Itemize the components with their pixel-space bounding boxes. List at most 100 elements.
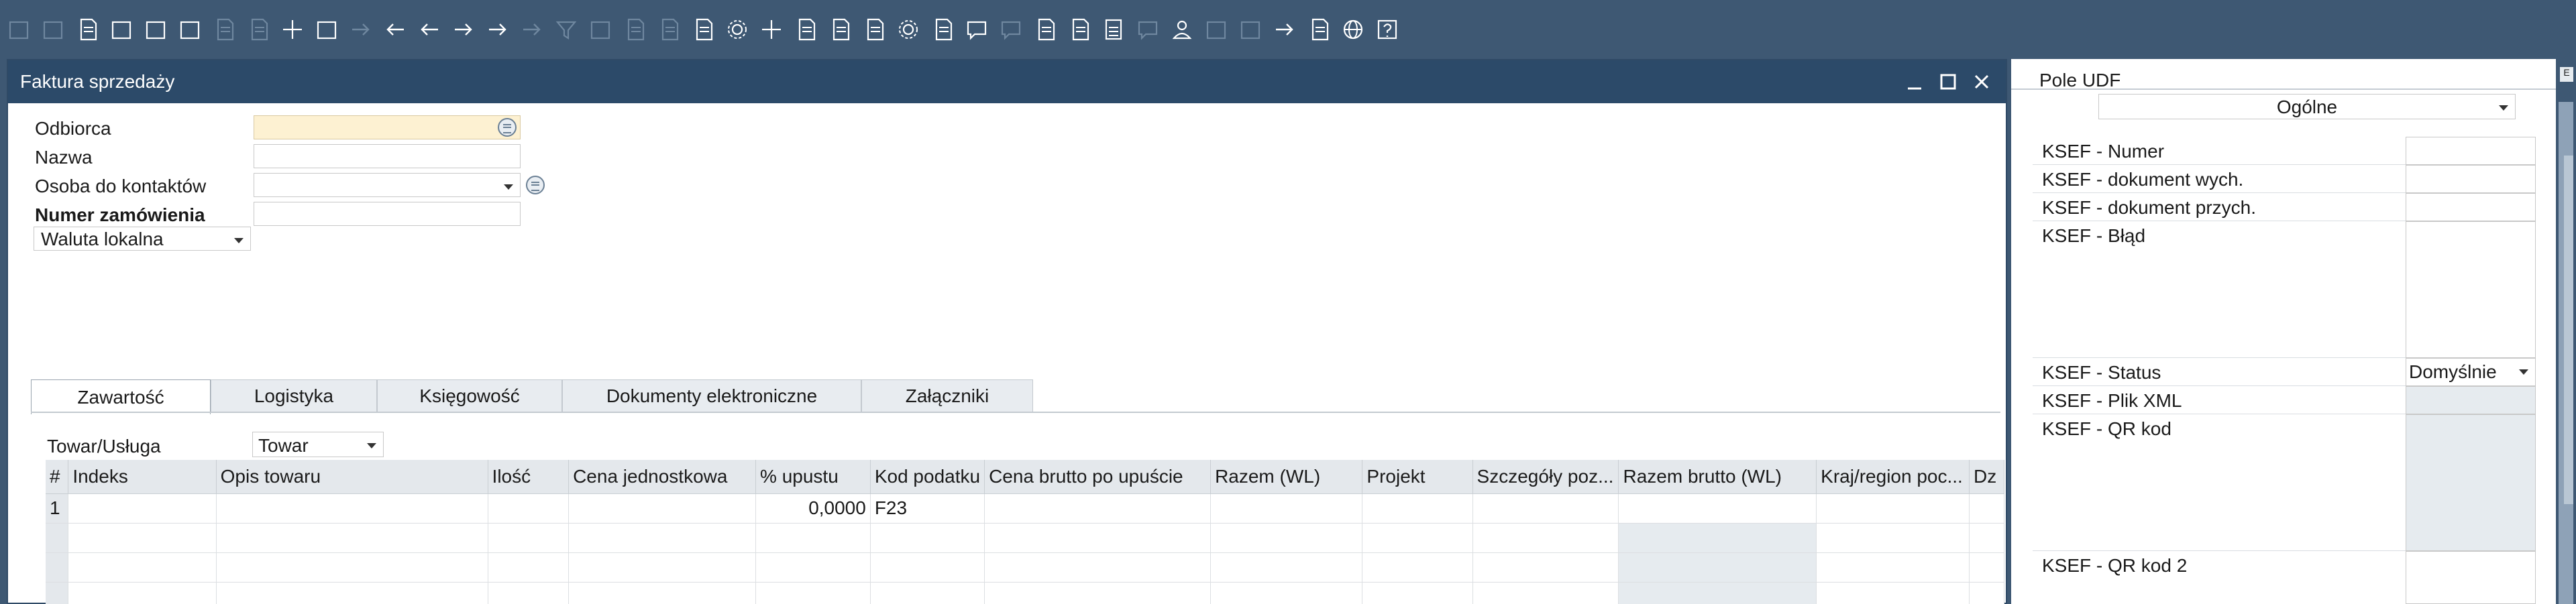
web-icon[interactable] (1338, 15, 1368, 44)
tab-attachments[interactable]: Załączniki (861, 379, 1033, 412)
grid-cell[interactable] (1472, 493, 1619, 524)
grid-cell[interactable] (755, 523, 871, 553)
email-icon[interactable] (107, 15, 136, 44)
grid-cell[interactable] (984, 493, 1212, 524)
grid-cell[interactable] (68, 523, 217, 553)
maximize-button[interactable] (1933, 67, 1963, 97)
grid-cell[interactable] (568, 582, 757, 604)
grid-cell[interactable] (568, 523, 757, 553)
grid-cell[interactable] (870, 523, 985, 553)
approval-icon[interactable] (1030, 15, 1060, 44)
contact-select[interactable] (254, 173, 521, 197)
previous-record-icon[interactable] (415, 15, 444, 44)
col-header-item-code[interactable]: Indeks (68, 460, 217, 494)
grid-cell[interactable] (755, 582, 871, 604)
grid-cell[interactable] (68, 552, 217, 583)
grid-cell[interactable] (1618, 523, 1817, 553)
first-record-icon[interactable] (380, 15, 410, 44)
grid-cell[interactable] (1969, 493, 2004, 524)
last-record-icon[interactable] (483, 15, 513, 44)
target-document-icon[interactable] (654, 15, 684, 44)
udf-category-select[interactable]: Ogólne (2098, 94, 2516, 119)
item-type-select[interactable]: Towar (252, 432, 384, 457)
report-icon[interactable] (1304, 15, 1334, 44)
layout-icon[interactable] (1236, 15, 1265, 44)
col-header-discount[interactable]: % upustu (755, 460, 871, 494)
calculator-icon[interactable] (1099, 15, 1128, 44)
sort-icon[interactable] (586, 15, 615, 44)
user-icon[interactable] (1167, 15, 1197, 44)
table-row[interactable] (46, 582, 2004, 604)
grid-cell[interactable] (1472, 523, 1619, 553)
grid-cell[interactable] (1210, 552, 1363, 583)
customer-input[interactable] (254, 115, 521, 139)
grid-cell[interactable] (1210, 523, 1363, 553)
tab-accounting[interactable]: Księgowość (377, 379, 562, 412)
col-header-extra[interactable]: Dz (1969, 460, 2004, 494)
grid-cell[interactable] (1618, 582, 1817, 604)
table-row[interactable]: 1 0,0000 F23 (46, 493, 2004, 524)
side-scrollbar-track[interactable] (2559, 102, 2573, 604)
udf-ksef-xml-field[interactable] (2406, 386, 2536, 414)
grid-cell[interactable] (1362, 582, 1473, 604)
col-header-line-details[interactable]: Szczegóły poz... (1472, 460, 1619, 494)
grid-cell[interactable]: F23 (870, 493, 985, 524)
udf-ksef-error-textarea[interactable] (2406, 221, 2536, 358)
export-icon[interactable] (141, 15, 170, 44)
udf-ksef-status-select[interactable]: Domyślnie (2406, 358, 2536, 386)
udf-ksef-outgoing-input[interactable] (2406, 165, 2536, 193)
filter-icon[interactable] (551, 15, 581, 44)
grid-cell[interactable]: 0,0000 (755, 493, 871, 524)
col-header-country-origin[interactable]: Kraj/region poc... (1816, 460, 1970, 494)
table-row[interactable] (46, 523, 2004, 553)
grid-cell[interactable] (870, 552, 985, 583)
form-settings-icon[interactable] (928, 15, 957, 44)
currency-icon[interactable] (722, 15, 752, 44)
move-icon[interactable] (278, 15, 307, 44)
choose-from-list-icon[interactable] (498, 118, 517, 137)
balance-icon[interactable] (757, 15, 786, 44)
name-input[interactable] (254, 144, 521, 168)
binoculars-icon[interactable] (312, 15, 341, 44)
grid-cell[interactable] (984, 523, 1212, 553)
grid-cell[interactable] (1362, 493, 1473, 524)
document-icon[interactable] (791, 15, 820, 44)
grid-cell[interactable] (1816, 523, 1970, 553)
grid-cell[interactable] (216, 493, 488, 524)
grid-cell[interactable] (1969, 552, 2004, 583)
contact-list-icon[interactable] (526, 176, 545, 194)
grid-cell[interactable] (1816, 552, 1970, 583)
grid-cell[interactable] (1816, 493, 1970, 524)
udf-ksef-number-input[interactable] (2406, 137, 2536, 165)
grid-cell[interactable] (1472, 582, 1619, 604)
query-icon[interactable] (825, 15, 855, 44)
word-icon[interactable] (209, 15, 239, 44)
col-header-quantity[interactable]: Ilość (488, 460, 570, 494)
grid-cell[interactable] (68, 493, 217, 524)
grid-cell[interactable] (216, 523, 488, 553)
payment-icon[interactable] (688, 15, 718, 44)
chat-icon[interactable] (1133, 15, 1163, 44)
alert-icon[interactable] (996, 15, 1026, 44)
grid-cell[interactable] (1210, 493, 1363, 524)
tab-electronic-documents[interactable]: Dokumenty elektroniczne (562, 379, 861, 412)
refresh-icon[interactable] (517, 15, 547, 44)
help-icon[interactable] (1373, 15, 1402, 44)
folder-icon[interactable] (72, 15, 102, 44)
grid-cell[interactable] (1472, 552, 1619, 583)
col-header-tax-code[interactable]: Kod podatku (870, 460, 985, 494)
grid-cell[interactable] (1816, 582, 1970, 604)
col-header-unit-price[interactable]: Cena jednostkowa (568, 460, 757, 494)
grid-cell[interactable] (1969, 582, 2004, 604)
export-data-icon[interactable] (1270, 15, 1299, 44)
minimize-button[interactable] (1900, 67, 1929, 97)
print-icon[interactable] (38, 15, 68, 44)
excel-icon[interactable] (175, 15, 205, 44)
grid-cell[interactable] (1969, 523, 2004, 553)
col-header-project[interactable]: Projekt (1362, 460, 1473, 494)
order-number-input[interactable] (254, 202, 521, 226)
goto-icon[interactable] (346, 15, 376, 44)
side-scrollbar-thumb[interactable] (2564, 156, 2573, 504)
side-panel-tab[interactable]: E (2560, 67, 2573, 82)
currency-select[interactable]: Waluta lokalna (34, 227, 251, 251)
